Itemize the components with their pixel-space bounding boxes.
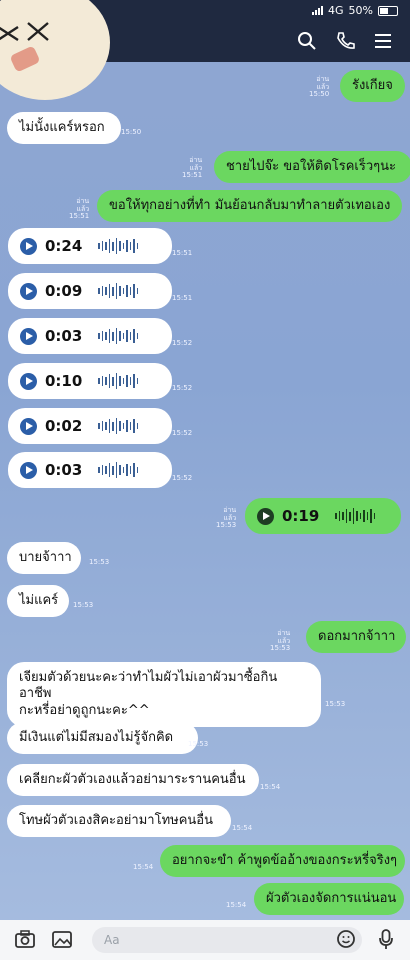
signal-icon bbox=[312, 6, 324, 15]
message-meta: อ่านแล้ว 15:50 bbox=[309, 75, 330, 99]
voice-message[interactable]: 0:10 bbox=[8, 363, 172, 399]
microphone-icon[interactable] bbox=[376, 928, 396, 954]
play-icon[interactable] bbox=[257, 507, 274, 525]
network-label: 4G bbox=[328, 4, 344, 17]
waveform-icon bbox=[98, 462, 139, 478]
play-icon[interactable] bbox=[20, 461, 37, 479]
waveform-icon bbox=[98, 373, 139, 389]
message-bubble[interactable]: รังเกียจ bbox=[340, 70, 405, 103]
battery-icon bbox=[378, 5, 398, 16]
play-icon[interactable] bbox=[20, 372, 37, 390]
image-icon[interactable] bbox=[51, 929, 73, 953]
battery-label: 50% bbox=[348, 4, 373, 17]
message-time: 15:50 bbox=[121, 128, 142, 136]
chat-area: อ่านแล้ว 15:50 รังเกียจ ไม่นั้งแคร์หรอก 1… bbox=[0, 62, 410, 920]
play-icon[interactable] bbox=[20, 327, 37, 345]
phone-icon[interactable] bbox=[334, 30, 356, 52]
message-input[interactable]: Aa bbox=[92, 927, 362, 953]
message-bubble[interactable]: ไม่นั้งแคร์หรอก bbox=[7, 112, 121, 145]
play-icon[interactable] bbox=[20, 237, 37, 255]
voice-message[interactable]: 0:19 bbox=[245, 498, 401, 534]
voice-message[interactable]: 0:09 bbox=[8, 273, 172, 309]
menu-icon[interactable] bbox=[372, 30, 394, 52]
message-bubble[interactable]: โทษผัวตัวเองสิคะอย่ามาโทษคนอื่น bbox=[7, 805, 231, 838]
message-bubble[interactable]: เจียมตัวด้วยนะคะว่าทำไมผัวไม่เอาผัวมาซื้… bbox=[7, 662, 321, 727]
message-bubble[interactable]: ไม่แคร์ bbox=[7, 585, 69, 618]
message-bubble[interactable]: ผัวตัวเองจัดการแน่นอน bbox=[254, 883, 404, 916]
waveform-icon bbox=[98, 283, 139, 299]
voice-message[interactable]: 0:03 bbox=[8, 452, 172, 488]
camera-icon[interactable] bbox=[14, 929, 36, 953]
message-bubble[interactable]: ขอให้ทุกอย่างที่ทำ มันย้อนกลับมาทำลายตัว… bbox=[97, 190, 402, 223]
message-bubble[interactable]: บายจ้าาา bbox=[7, 542, 81, 575]
play-icon[interactable] bbox=[20, 417, 37, 435]
message-bubble[interactable]: ชายไปจ๊ะ ขอให้ติดโรคเร็วๆนะ bbox=[214, 151, 410, 184]
message-bubble[interactable]: อยากจะขำ ค้าพูดข้ออ้างของกระหรี่จริงๆ bbox=[160, 845, 405, 878]
message-placeholder: Aa bbox=[104, 933, 120, 947]
search-icon[interactable] bbox=[296, 30, 318, 52]
waveform-icon bbox=[98, 418, 139, 434]
emoji-icon[interactable] bbox=[336, 929, 356, 953]
input-bar: Aa bbox=[0, 920, 410, 960]
voice-message[interactable]: 0:03 bbox=[8, 318, 172, 354]
message-bubble[interactable]: มีเงินแต่ไม่มีสมองไม่รู้จักคิด bbox=[7, 722, 198, 755]
waveform-icon bbox=[335, 508, 376, 524]
waveform-icon bbox=[98, 238, 139, 254]
waveform-icon bbox=[98, 328, 139, 344]
play-icon[interactable] bbox=[20, 282, 37, 300]
message-bubble[interactable]: เคลียกะผัวตัวเองแล้วอย่ามาระรานคนอื่น bbox=[7, 764, 259, 797]
message-bubble[interactable]: ดอกมากจ้าาา bbox=[306, 621, 406, 654]
voice-message[interactable]: 0:02 bbox=[8, 408, 172, 444]
voice-message[interactable]: 0:24 bbox=[8, 228, 172, 264]
